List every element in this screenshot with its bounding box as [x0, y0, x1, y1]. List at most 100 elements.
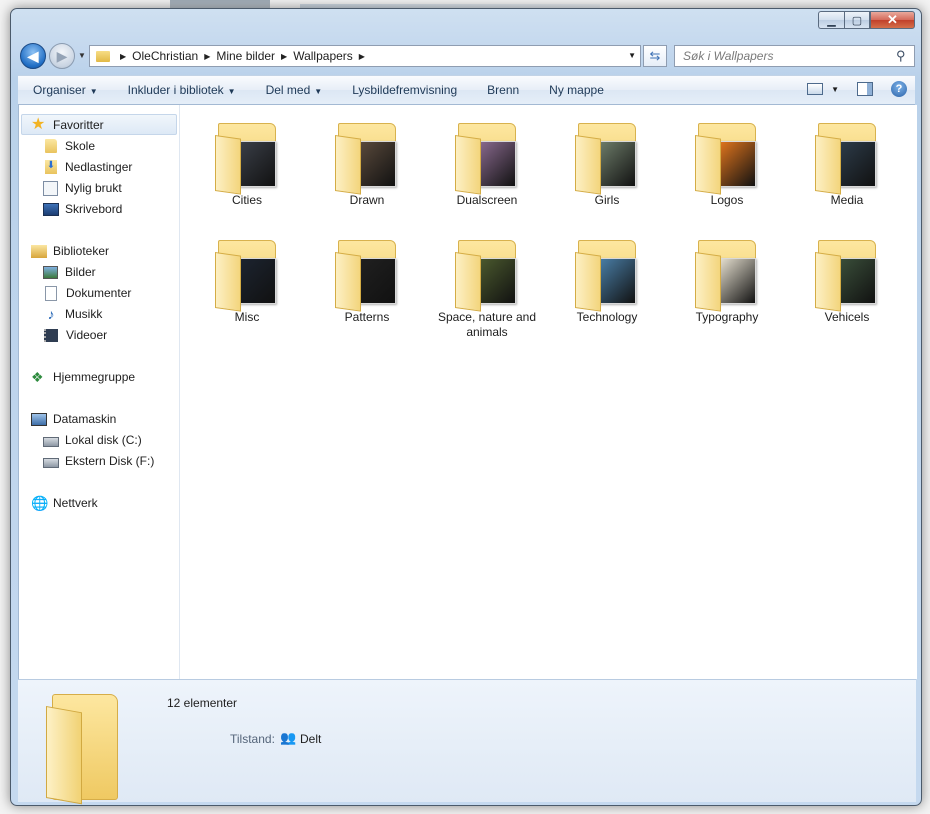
refresh-button[interactable]: ⇆ — [643, 45, 667, 67]
chevron-right-icon[interactable]: ▶ — [281, 52, 287, 61]
folder-item[interactable]: Typography — [677, 236, 777, 325]
folder-label: Patterns — [344, 310, 390, 324]
slideshow-button[interactable]: Lysbildefremvisning — [337, 83, 472, 97]
folder-icon — [212, 236, 282, 312]
folder-icon — [452, 119, 522, 195]
folder-item[interactable]: Media — [797, 119, 897, 208]
view-icon — [807, 83, 824, 95]
pictures-icon — [43, 265, 58, 279]
nav-item-label: Skrivebord — [65, 202, 123, 216]
change-view-button[interactable]: ▼ — [807, 83, 839, 95]
explorer-window: ▁ ▢ ✕ ◀ ▶ ▼ ▶ OleChristian ▶ Mine bilder… — [10, 8, 922, 806]
nav-item-label: Musikk — [65, 307, 103, 321]
help-icon[interactable]: ? — [891, 81, 907, 97]
organize-label: Organiser — [33, 83, 86, 97]
include-library-menu[interactable]: Inkluder i bibliotek ▼ — [113, 83, 251, 97]
nav-item-recent[interactable]: Nylig brukt — [43, 178, 122, 198]
breadcrumb-wallpapers[interactable]: Wallpapers — [293, 49, 353, 63]
forward-button[interactable]: ▶ — [49, 43, 75, 69]
dropdown-arrow-icon: ▼ — [227, 87, 236, 96]
nav-computer-label: Datamaskin — [53, 412, 117, 426]
folder-item[interactable]: Logos — [677, 119, 777, 208]
nav-libraries[interactable]: Biblioteker — [31, 241, 109, 261]
breadcrumb-pictures[interactable]: Mine bilder — [216, 49, 275, 63]
folder-label: Media — [830, 193, 864, 207]
maximize-button[interactable]: ▢ — [844, 11, 870, 29]
nav-item-music[interactable]: ♪ Musikk — [43, 304, 103, 324]
search-icon[interactable]: ⚲ — [896, 48, 914, 64]
nav-item-external-disk[interactable]: Ekstern Disk (F:) — [43, 451, 154, 471]
library-icon — [31, 244, 47, 258]
folder-label: Space, nature and animals — [437, 310, 537, 339]
folder-preview-icon — [42, 686, 142, 805]
nav-item-label: Nylig brukt — [65, 181, 122, 195]
chevron-right-icon[interactable]: ▶ — [204, 52, 210, 61]
desktop-icon — [43, 202, 59, 216]
back-button[interactable]: ◀ — [20, 43, 46, 69]
close-button[interactable]: ✕ — [870, 11, 915, 29]
recent-places-icon — [43, 180, 58, 196]
share-label: Del med — [265, 83, 311, 97]
nav-item-downloads[interactable]: ⬇ Nedlastinger — [43, 157, 132, 177]
dropdown-arrow-icon: ▼ — [831, 84, 839, 94]
nav-item-label: Nedlastinger — [65, 160, 133, 174]
folder-icon — [572, 236, 642, 312]
chevron-right-icon[interactable]: ▶ — [120, 52, 126, 61]
folder-label: Technology — [576, 310, 638, 324]
nav-network-label: Nettverk — [53, 496, 98, 510]
folder-icon — [692, 119, 762, 195]
downloads-icon: ⬇ — [45, 160, 57, 174]
folder-icon — [332, 236, 402, 312]
nav-item-school[interactable]: Skole — [43, 136, 95, 156]
chevron-right-icon[interactable]: ▶ — [359, 52, 365, 61]
nav-item-videos[interactable]: Videoer — [43, 325, 107, 345]
folder-item[interactable]: Dualscreen — [437, 119, 537, 208]
folder-item[interactable]: Vehicels — [797, 236, 897, 325]
nav-item-pictures[interactable]: Bilder — [43, 262, 96, 282]
state-value: Delt — [300, 732, 322, 746]
star-icon: ★ — [31, 116, 46, 133]
arrow-left-icon: ◀ — [27, 47, 39, 64]
file-list: Cities Drawn Dualscreen Girls Logos Media Misc… — [189, 105, 917, 679]
folder-item[interactable]: Space, nature and animals — [437, 236, 537, 340]
dropdown-arrow-icon: ▼ — [314, 87, 323, 96]
caption-buttons: ▁ ▢ ✕ — [818, 11, 915, 29]
nav-item-local-disk[interactable]: Lokal disk (C:) — [43, 430, 142, 450]
breadcrumb-user[interactable]: OleChristian — [132, 49, 198, 63]
burn-button[interactable]: Brenn — [472, 83, 534, 97]
address-dropdown-icon[interactable]: ▼ — [628, 51, 636, 60]
folder-label: Typography — [695, 310, 759, 324]
folder-item[interactable]: Cities — [197, 119, 297, 208]
nav-homegroup[interactable]: ❖ Hjemmegruppe — [31, 367, 135, 387]
search-input[interactable]: Søk i Wallpapers — [675, 49, 896, 63]
folder-item[interactable]: Girls — [557, 119, 657, 208]
view-controls: ▼ ? — [807, 81, 907, 97]
organize-menu[interactable]: Organiser ▼ — [18, 83, 113, 97]
nav-computer[interactable]: Datamaskin — [31, 409, 116, 429]
folder-item[interactable]: Misc — [197, 236, 297, 325]
new-folder-button[interactable]: Ny mappe — [534, 83, 619, 97]
address-bar[interactable]: ▶ OleChristian ▶ Mine bilder ▶ Wallpaper… — [89, 45, 641, 67]
minimize-button[interactable]: ▁ — [818, 11, 844, 29]
folder-item[interactable]: Technology — [557, 236, 657, 325]
folder-item[interactable]: Patterns — [317, 236, 417, 325]
nav-favorites[interactable]: ★ Favoritter — [31, 115, 104, 135]
folder-icon — [45, 139, 57, 153]
folder-icon — [572, 119, 642, 195]
nav-network[interactable]: 🌐 Nettverk — [31, 493, 98, 513]
nav-item-desktop[interactable]: Skrivebord — [43, 199, 122, 219]
preview-pane-icon[interactable] — [857, 82, 873, 96]
nav-item-label: Bilder — [65, 265, 96, 279]
computer-icon — [31, 412, 47, 426]
navigation-pane: ★ Favoritter Skole ⬇ Nedlastinger Nylig … — [19, 105, 180, 679]
nav-item-label: Videoer — [66, 328, 108, 342]
recent-pages-dropdown[interactable]: ▼ — [78, 51, 86, 60]
shared-users-icon: 👥 — [280, 730, 297, 745]
nav-item-documents[interactable]: Dokumenter — [43, 283, 131, 303]
folder-item[interactable]: Drawn — [317, 119, 417, 208]
details-pane: 12 elementer Tilstand: 👥 Delt — [18, 679, 916, 805]
search-box[interactable]: Søk i Wallpapers ⚲ — [674, 45, 915, 67]
network-icon: 🌐 — [31, 495, 49, 511]
share-menu[interactable]: Del med ▼ — [251, 83, 338, 97]
item-count: 12 elementer — [167, 696, 238, 710]
